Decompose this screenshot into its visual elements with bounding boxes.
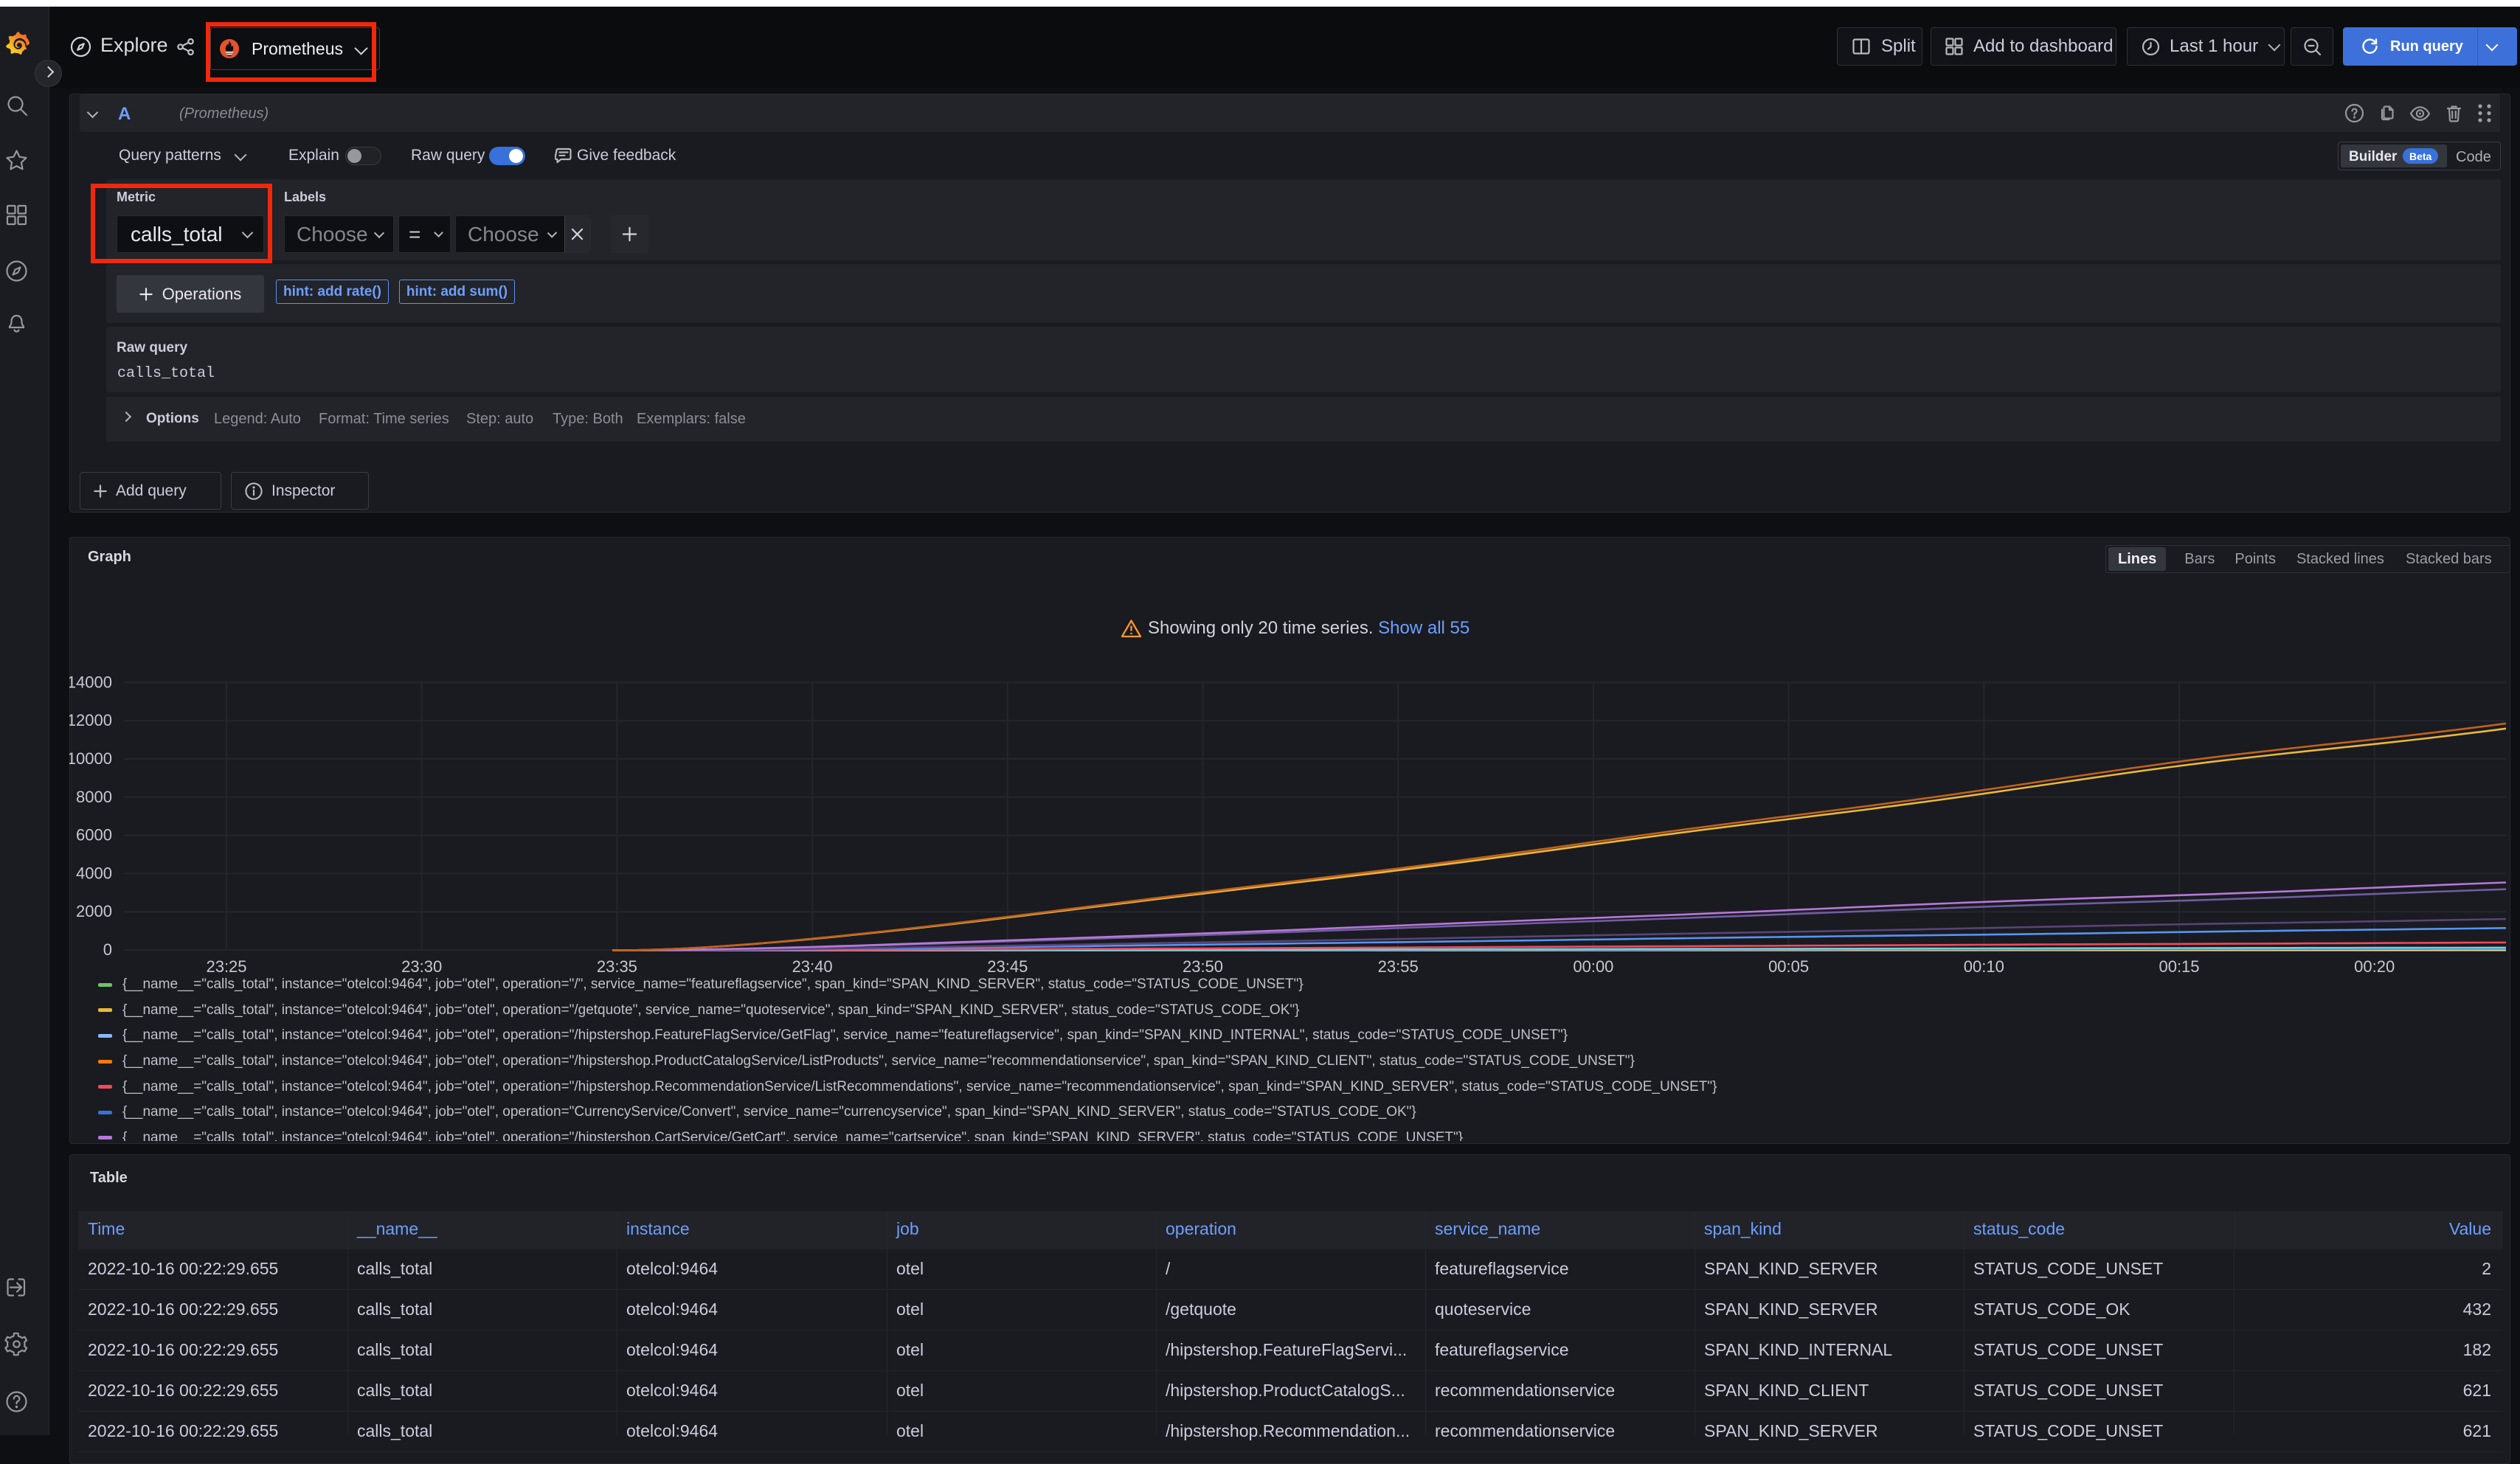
- svg-text:14000: 14000: [69, 673, 112, 691]
- svg-text:2000: 2000: [76, 902, 112, 920]
- svg-text:8000: 8000: [76, 788, 112, 806]
- svg-text:10000: 10000: [69, 749, 112, 768]
- svg-text:6000: 6000: [76, 826, 112, 844]
- svg-text:12000: 12000: [69, 711, 112, 729]
- svg-text:0: 0: [103, 940, 112, 959]
- svg-text:4000: 4000: [76, 864, 112, 882]
